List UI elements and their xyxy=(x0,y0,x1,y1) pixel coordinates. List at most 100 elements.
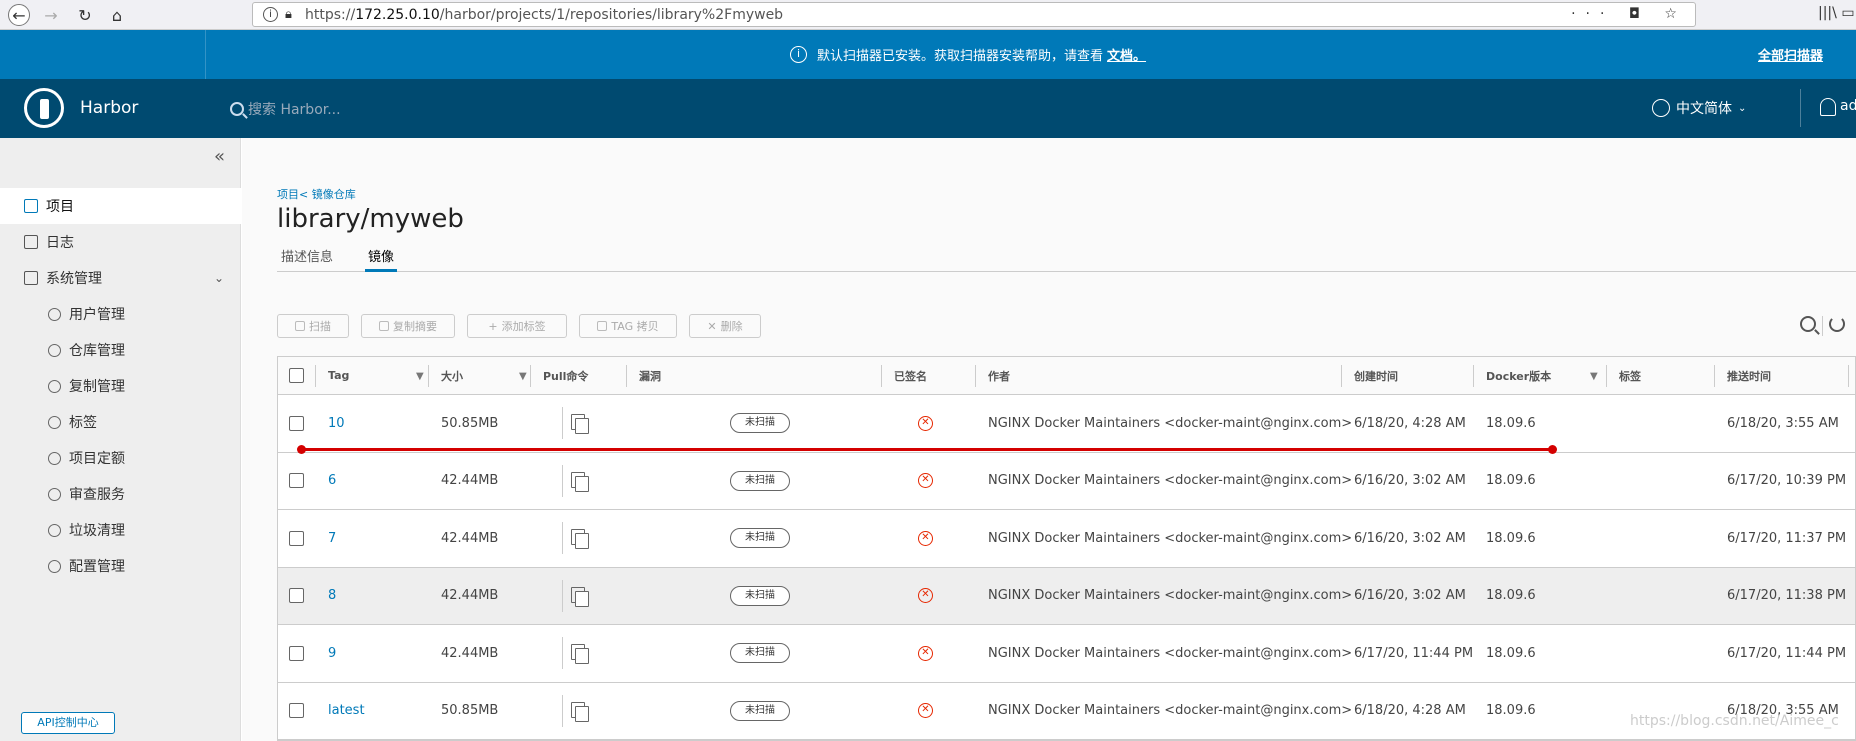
row-checkbox[interactable] xyxy=(289,473,304,489)
back-arrow-icon[interactable]: ← xyxy=(8,4,30,26)
header-tag[interactable]: Tag xyxy=(328,357,349,394)
row-checkbox[interactable] xyxy=(289,415,304,431)
filter-icon[interactable]: ▼ xyxy=(1590,371,1598,382)
cell-divider xyxy=(562,407,563,439)
header-size[interactable]: 大小 xyxy=(441,357,463,394)
sidebar-item-labels[interactable]: 标签 xyxy=(0,404,241,440)
table-row[interactable]: 6 42.44MB 未扫描 ✕ NGINX Docker Maintainers <do… xyxy=(278,452,1855,510)
tag-link[interactable]: 7 xyxy=(328,510,336,567)
pushed-cell: 6/18/20, 3:55 AM xyxy=(1727,703,1839,719)
harbor-logo-icon[interactable] xyxy=(24,88,64,128)
language-selector[interactable]: 中文简体 ⌄ xyxy=(1652,98,1746,118)
vuln-cell: 未扫描 xyxy=(730,683,790,740)
all-scanners-link[interactable]: 全部扫描器 xyxy=(1758,45,1823,64)
scan-button[interactable]: 扫描 xyxy=(277,314,349,338)
row-checkbox[interactable] xyxy=(289,530,304,546)
filter-icon[interactable]: ▼ xyxy=(416,371,424,382)
tab-images[interactable]: 镜像 xyxy=(365,246,398,272)
url-actions[interactable]: ··· ◘ ☆ xyxy=(1571,6,1687,22)
row-checkbox[interactable] xyxy=(289,703,304,719)
collapse-double-chevron-icon[interactable]: « xyxy=(214,146,225,167)
copy-icon[interactable] xyxy=(571,414,589,435)
not-scanned-badge[interactable]: 未扫描 xyxy=(730,413,790,434)
doc-link[interactable]: 文档。 xyxy=(1107,45,1146,64)
refresh-icon[interactable] xyxy=(1829,316,1845,332)
tag-link[interactable]: 8 xyxy=(328,568,336,625)
sidebar-item-config[interactable]: 配置管理 xyxy=(0,548,241,584)
row-select-cell xyxy=(289,453,304,510)
sidebar-item-label: 垃圾清理 xyxy=(69,523,125,539)
copy-icon[interactable] xyxy=(571,586,589,607)
sidebar-item-interrogation[interactable]: 审查服务 xyxy=(0,476,241,512)
home-icon[interactable]: ⌂ xyxy=(106,4,128,26)
sidebar-item-logs[interactable]: 日志 xyxy=(0,224,241,260)
filter-icon[interactable]: ▼ xyxy=(519,371,527,382)
forward-arrow-icon[interactable]: → xyxy=(40,4,62,26)
select-all-cell xyxy=(289,357,304,394)
api-center-button[interactable]: API控制中心 xyxy=(21,712,115,734)
not-scanned-badge[interactable]: 未扫描 xyxy=(730,470,790,491)
sidebar-item-replications[interactable]: 复制管理 xyxy=(0,368,241,404)
page-title: library/myweb xyxy=(277,204,464,234)
red-annotation-line xyxy=(297,445,1557,454)
tag-link[interactable]: 9 xyxy=(328,625,336,682)
search-icon[interactable] xyxy=(1800,316,1816,332)
sidebar-item-gc[interactable]: 垃圾清理 xyxy=(0,512,241,548)
header-vuln[interactable]: 漏洞 xyxy=(639,357,661,394)
close-icon: ✕ xyxy=(707,319,717,333)
not-scanned-badge[interactable]: 未扫描 xyxy=(730,700,790,721)
sidebar-item-projects[interactable]: 项目 xyxy=(0,188,241,224)
tag-link[interactable]: 6 xyxy=(328,453,336,510)
sidebar-item-registries[interactable]: 仓库管理 xyxy=(0,332,241,368)
tag-link[interactable]: latest xyxy=(328,683,365,740)
copy-icon[interactable] xyxy=(571,471,589,492)
sidebar-item-quotas[interactable]: 项目定额 xyxy=(0,440,241,476)
unsigned-x-icon: ✕ xyxy=(918,703,933,719)
search-input[interactable]: 搜索 Harbor... xyxy=(248,99,341,119)
size-cell: 42.44MB xyxy=(441,530,499,546)
row-checkbox[interactable] xyxy=(289,588,304,604)
address-bar[interactable]: i 🔒︎ https://172.25.0.10/harbor/projects… xyxy=(252,2,1696,27)
header-created[interactable]: 创建时间 xyxy=(1354,357,1398,394)
header-docker[interactable]: Docker版本 xyxy=(1486,357,1551,394)
created-cell: 6/17/20, 11:44 PM xyxy=(1354,645,1474,661)
copy-icon[interactable] xyxy=(571,701,589,722)
row-select-cell xyxy=(289,625,304,682)
table-row[interactable]: 8 42.44MB 未扫描 ✕ NGINX Docker Maintainers <do… xyxy=(278,567,1855,625)
sidebar-item-users[interactable]: 用户管理 xyxy=(0,296,241,332)
select-all-checkbox[interactable] xyxy=(289,368,304,383)
row-checkbox[interactable] xyxy=(289,645,304,661)
table-row[interactable]: 9 42.44MB 未扫描 ✕ NGINX Docker Maintainers <do… xyxy=(278,625,1855,683)
table-row[interactable]: 10 50.85MB 未扫描 ✕ NGINX Docker Maintainers <d… xyxy=(278,395,1855,453)
tag-link[interactable]: 10 xyxy=(328,395,345,452)
copy-icon[interactable] xyxy=(571,529,589,550)
copy-icon[interactable] xyxy=(571,644,589,665)
reload-icon[interactable]: ↻ xyxy=(74,4,96,26)
lock-icon[interactable]: 🔒︎ xyxy=(285,7,292,22)
copy-digest-button[interactable]: 复制摘要 xyxy=(361,314,455,338)
image-table: Tag ▼ 大小 ▼ Pull命令 漏洞 已签名 作者 创建时间 Docker版… xyxy=(277,356,1856,741)
breadcrumb[interactable]: 项目< 镜像仓库 xyxy=(277,186,356,202)
browser-toolbar: ← → ↻ ⌂ i 🔒︎ https://172.25.0.10/harbor/… xyxy=(0,0,1856,30)
global-search[interactable]: 搜索 Harbor... xyxy=(230,99,341,119)
copy-digest-label: 复制摘要 xyxy=(393,320,437,333)
info-icon[interactable]: i xyxy=(263,7,278,22)
table-row[interactable]: 7 42.44MB 未扫描 ✕ NGINX Docker Maintainers <do… xyxy=(278,510,1855,568)
brand-name[interactable]: Harbor xyxy=(80,98,138,118)
sidebar-item-admin[interactable]: 系统管理 ⌄ xyxy=(0,260,241,296)
delete-button[interactable]: ✕ 删除 xyxy=(689,314,761,338)
pull-command-cell xyxy=(571,453,589,510)
user-menu[interactable]: ad xyxy=(1820,98,1856,116)
add-label-button[interactable]: + 添加标签 xyxy=(467,314,567,338)
url-text[interactable]: https://172.25.0.10/harbor/projects/1/re… xyxy=(305,7,783,23)
header-pushed[interactable]: 推送时间 xyxy=(1727,357,1771,394)
not-scanned-badge[interactable]: 未扫描 xyxy=(730,528,790,549)
tab-info[interactable]: 描述信息 xyxy=(281,246,333,272)
not-scanned-badge[interactable]: 未扫描 xyxy=(730,585,790,606)
banner-message: i 默认扫描器已安装。获取扫描器安装帮助，请查看 文档。 xyxy=(790,45,1146,64)
library-icon[interactable]: |||\ ▭ xyxy=(1818,5,1855,21)
table-row[interactable]: latest 50.85MB 未扫描 ✕ NGINX Docker Maintainer… xyxy=(278,682,1855,740)
column-divider xyxy=(975,365,976,387)
not-scanned-badge[interactable]: 未扫描 xyxy=(730,643,790,664)
tag-copy-button[interactable]: TAG 拷贝 xyxy=(579,314,677,338)
